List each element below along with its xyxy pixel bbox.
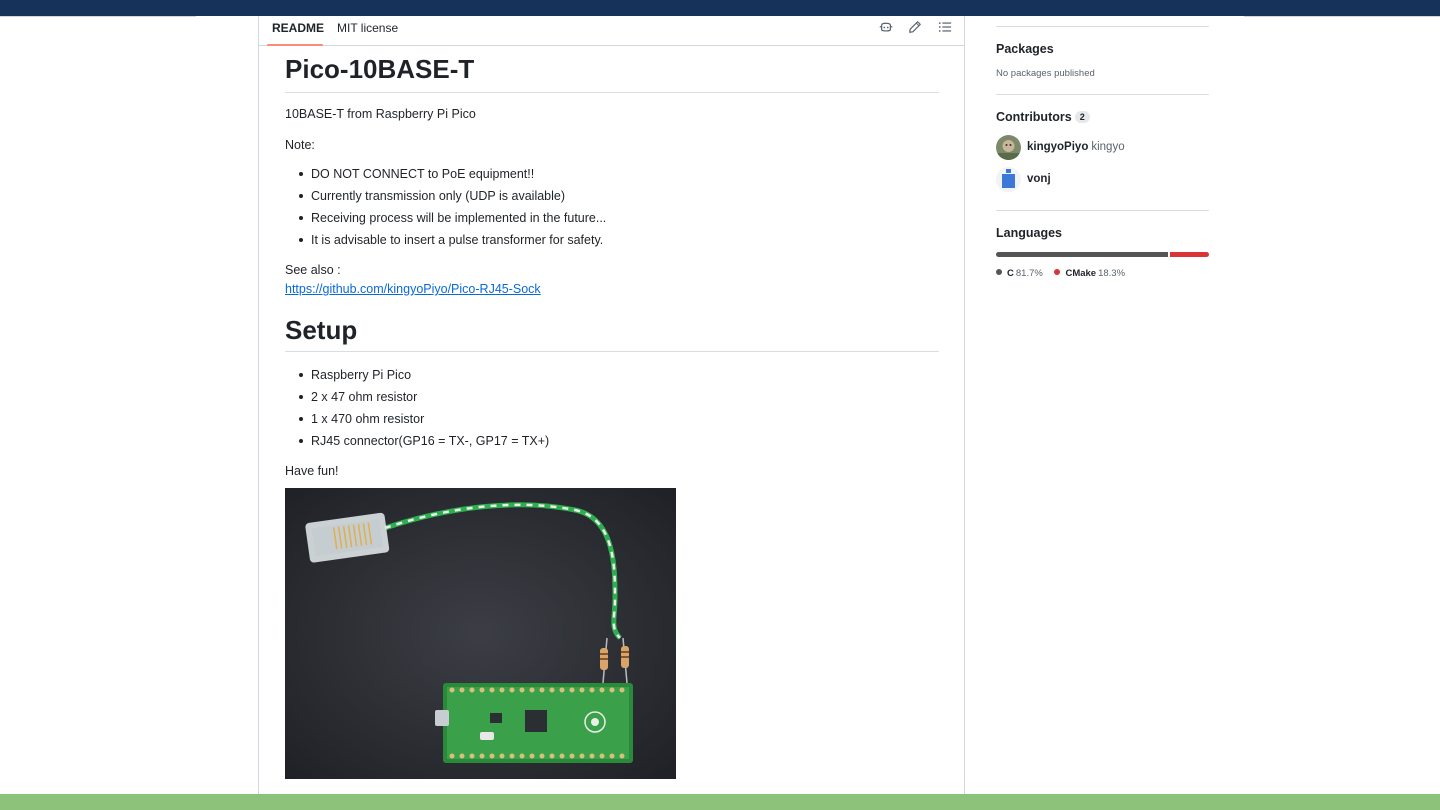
contributor-link[interactable]: kingyoPiyo kingyo: [1027, 141, 1125, 153]
top-header-band: [0, 0, 1440, 17]
list-item: RJ45 connector(GP16 = TX-, GP17 = TX+): [299, 430, 939, 452]
contributor-row[interactable]: kingyoPiyo kingyo: [996, 135, 1209, 161]
list-item: It is advisable to insert a pulse transf…: [299, 229, 939, 251]
contributors-heading[interactable]: Contributors 2: [996, 110, 1209, 124]
readme-description: 10BASE-T from Raspberry Pi Pico: [285, 107, 476, 121]
packages-empty-text: No packages published: [996, 68, 1095, 79]
language-percent: 81.7%: [1015, 268, 1043, 279]
bottom-band: [0, 794, 1440, 810]
languages-list: C 81.7% CMake 18.3%: [996, 268, 1134, 279]
language-color-dot: [1054, 269, 1061, 275]
contributors-section: Contributors 2: [996, 110, 1209, 124]
languages-heading: Languages: [996, 226, 1062, 240]
list-item: 1 x 470 ohm resistor: [299, 408, 939, 430]
header-divider-right: [1244, 16, 1440, 17]
note-label: Note:: [285, 138, 315, 152]
contributors-count-badge: 2: [1074, 111, 1090, 123]
readme-title: Pico-10BASE-T: [285, 46, 939, 93]
avatar[interactable]: [996, 135, 1021, 160]
readme-content: Pico-10BASE-T 10BASE-T from Raspberry Pi…: [285, 46, 939, 481]
setup-heading: Setup: [285, 303, 939, 352]
readme-panel: README MIT license Pico-10BASE-T 10BASE-…: [258, 16, 965, 794]
languages-section: Languages: [996, 226, 1209, 240]
packages-heading[interactable]: Packages: [996, 42, 1209, 56]
tab-readme[interactable]: README: [272, 21, 324, 35]
language-bar-segment: [1170, 252, 1209, 257]
contributor-fullname: kingyo: [1091, 141, 1125, 153]
list-icon[interactable]: [938, 20, 954, 36]
readme-tabbar: README MIT license: [259, 16, 964, 46]
see-also-label: See also :: [285, 263, 341, 277]
tab-license[interactable]: MIT license: [337, 21, 398, 35]
language-item-cmake[interactable]: CMake 18.3%: [1054, 268, 1125, 279]
contributor-link[interactable]: vonj: [1027, 173, 1051, 185]
packages-section: Packages No packages published: [996, 42, 1209, 79]
language-name: C: [1007, 268, 1014, 279]
language-percent: 18.3%: [1098, 268, 1126, 279]
list-item: 2 x 47 ohm resistor: [299, 386, 939, 408]
list-item: Receiving process will be implemented in…: [299, 207, 939, 229]
header-divider-left: [0, 16, 196, 17]
pico-board-photo[interactable]: [285, 488, 676, 779]
copilot-icon[interactable]: [879, 20, 895, 36]
list-item: Currently transmission only (UDP is avai…: [299, 185, 939, 207]
avatar[interactable]: [996, 167, 1021, 192]
contributor-login: vonj: [1027, 173, 1051, 185]
languages-bar: [996, 252, 1209, 257]
pencil-icon[interactable]: [908, 20, 924, 36]
contributors-label: Contributors: [996, 110, 1072, 124]
language-item-c[interactable]: C 81.7%: [996, 268, 1043, 279]
language-color-dot: [996, 269, 1002, 275]
sidebar-divider: [996, 26, 1209, 27]
list-item: Raspberry Pi Pico: [299, 364, 939, 386]
list-item: DO NOT CONNECT to PoE equipment!!: [299, 163, 939, 185]
contributor-row[interactable]: vonj: [996, 167, 1209, 193]
closing-text: Have fun!: [285, 464, 339, 478]
sidebar-divider: [996, 94, 1209, 95]
contributor-login: kingyoPiyo: [1027, 141, 1089, 153]
sidebar-divider: [996, 210, 1209, 211]
notes-list: DO NOT CONNECT to PoE equipment!! Curren…: [299, 163, 939, 251]
setup-list: Raspberry Pi Pico 2 x 47 ohm resistor 1 …: [299, 364, 939, 452]
language-name: CMake: [1065, 268, 1097, 279]
language-bar-segment: [996, 252, 1169, 257]
see-also-link[interactable]: https://github.com/kingyoPiyo/Pico-RJ45-…: [285, 282, 541, 296]
